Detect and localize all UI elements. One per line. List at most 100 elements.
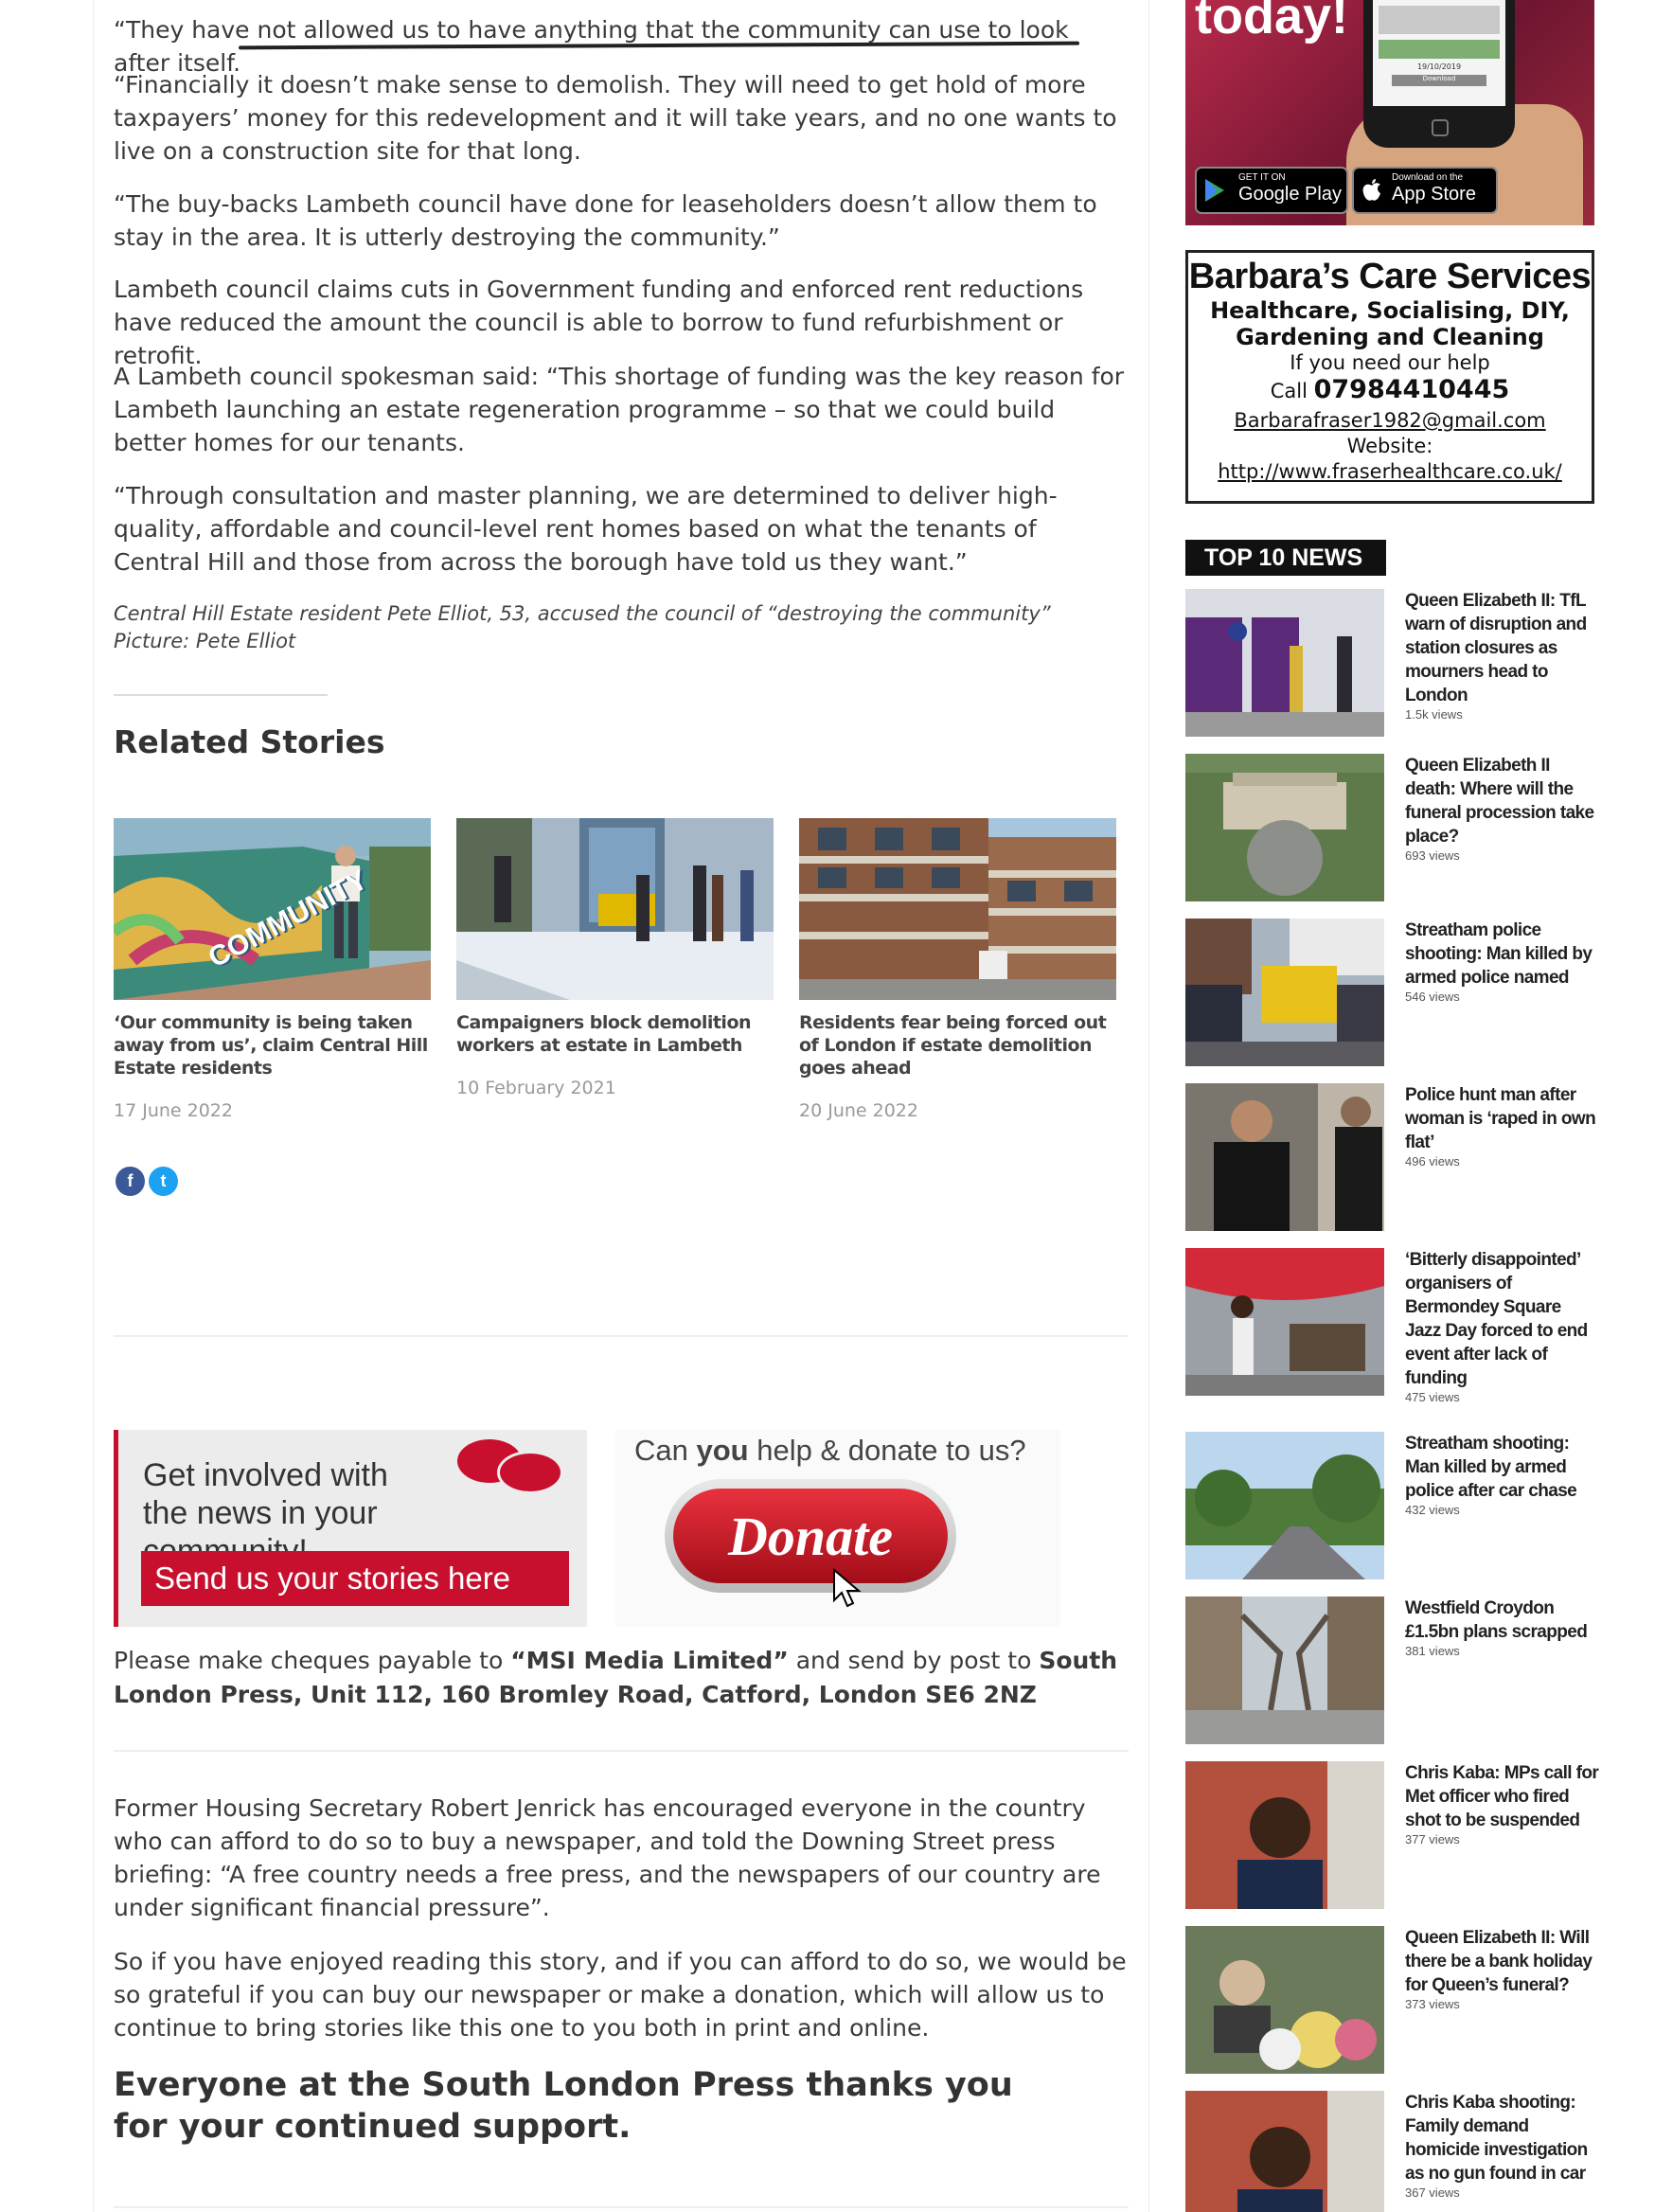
- news-title[interactable]: Chris Kaba shooting: Family demand homic…: [1405, 2091, 1599, 2201]
- related-story-date: 20 June 2022: [799, 1100, 918, 1121]
- cheque-text: Please make cheques payable to: [114, 1647, 511, 1674]
- related-story-card[interactable]: COMMUNITY ‘Our community is being taken …: [114, 818, 431, 1121]
- twitter-icon[interactable]: t: [149, 1167, 178, 1196]
- get-involved-panel[interactable]: Get involved with the news in your commu…: [114, 1430, 587, 1627]
- news-thumbnail[interactable]: [1185, 2091, 1384, 2212]
- donate-prompt-you: you: [696, 1434, 749, 1467]
- related-story-card[interactable]: Campaigners block demolition workers at …: [456, 818, 774, 1098]
- google-play-icon: [1205, 179, 1224, 202]
- article-paragraph: A Lambeth council spokesman said: “This …: [114, 363, 1125, 456]
- apple-icon: [1362, 179, 1380, 201]
- news-title[interactable]: Westfield Croydon £1.5bn plans scrapped 3…: [1405, 1597, 1599, 1659]
- related-story-image[interactable]: [456, 818, 774, 1000]
- news-title-text: Queen Elizabeth II: Will there be a bank…: [1405, 1928, 1593, 1995]
- news-title-text: ‘Bitterly disappointed’ organisers of Be…: [1405, 1250, 1588, 1388]
- app-ad-headline: today!: [1195, 0, 1348, 45]
- news-thumbnail[interactable]: [1185, 589, 1384, 737]
- news-thumbnail[interactable]: [1185, 919, 1384, 1066]
- news-views: 475 views: [1405, 1390, 1460, 1404]
- facebook-icon[interactable]: f: [116, 1167, 145, 1196]
- news-views: 1.5k views: [1405, 707, 1463, 722]
- related-story-image[interactable]: [799, 818, 1116, 1000]
- screen-block: [1379, 40, 1500, 59]
- app-store-badge[interactable]: Download on the App Store: [1352, 167, 1498, 214]
- donate-prompt-pre: Can: [634, 1434, 697, 1467]
- ad-website-link[interactable]: http://www.fraserhealthcare.co.uk/: [1188, 457, 1592, 486]
- screen-date: 19/10/2019: [1416, 62, 1462, 71]
- news-title[interactable]: Queen Elizabeth II: Will there be a bank…: [1405, 1926, 1599, 2012]
- ad-services: Healthcare, Socialising, DIY, Gardening …: [1210, 297, 1570, 350]
- speech-bubble-icon: [497, 1451, 563, 1494]
- news-views: 377 views: [1405, 1832, 1460, 1846]
- news-views: 693 views: [1405, 848, 1460, 863]
- phone-image: 19/10/2019 Download: [1363, 0, 1515, 148]
- news-title[interactable]: Streatham police shooting: Man killed by…: [1405, 919, 1599, 1005]
- news-title[interactable]: ‘Bitterly disappointed’ organisers of Be…: [1405, 1248, 1599, 1405]
- article-paragraph: “The buy-backs Lambeth council have done…: [114, 190, 1097, 251]
- news-title-text: Police hunt man after woman is ‘raped in…: [1405, 1085, 1596, 1152]
- share-buttons: f t: [116, 1167, 178, 1196]
- related-story-title[interactable]: Campaigners block demolition workers at …: [456, 1011, 774, 1057]
- ad-call-label: Call: [1270, 380, 1308, 402]
- divider: [114, 694, 328, 696]
- article-paragraph: “Through consultation and master plannin…: [114, 482, 1058, 576]
- send-stories-button[interactable]: Send us your stories here: [141, 1551, 569, 1606]
- news-thumbnail[interactable]: [1185, 754, 1384, 901]
- ad-website-label: Website:: [1346, 435, 1433, 457]
- news-title-text: Queen Elizabeth II death: Where will the…: [1405, 756, 1594, 847]
- news-thumbnail[interactable]: [1185, 1083, 1384, 1231]
- mouse-cursor-icon: [833, 1568, 862, 1608]
- cheque-payee: “MSI Media Limited”: [510, 1647, 789, 1674]
- cheque-instructions: Please make cheques payable to “MSI Medi…: [114, 1644, 1129, 1712]
- news-title[interactable]: Queen Elizabeth II death: Where will the…: [1405, 754, 1599, 864]
- screen-download: Download: [1392, 75, 1486, 86]
- top-10-news-heading: TOP 10 NEWS: [1185, 540, 1386, 576]
- donate-label: Donate: [673, 1489, 948, 1583]
- related-story-card[interactable]: Residents fear being forced out of Londo…: [799, 818, 1116, 1121]
- app-store-label: App Store: [1392, 184, 1476, 205]
- closing-statement: Everyone at the South London Press thank…: [114, 2066, 1013, 2146]
- news-title[interactable]: Streatham shooting: Man killed by armed …: [1405, 1432, 1599, 1518]
- google-play-label: Google Play: [1238, 184, 1342, 205]
- news-thumbnail[interactable]: [1185, 1597, 1384, 1744]
- related-story-image[interactable]: COMMUNITY: [114, 818, 431, 1000]
- news-title-text: Streatham shooting: Man killed by armed …: [1405, 1434, 1577, 1501]
- news-thumbnail[interactable]: [1185, 1926, 1384, 2074]
- phone-screen: 19/10/2019 Download: [1373, 0, 1505, 106]
- news-title-text: Queen Elizabeth II: TfL warn of disrupti…: [1405, 591, 1587, 705]
- news-title[interactable]: Chris Kaba: MPs call for Met officer who…: [1405, 1761, 1599, 1847]
- news-views: 432 views: [1405, 1503, 1460, 1517]
- article-paragraph: Lambeth council claims cuts in Governmen…: [114, 276, 1084, 369]
- news-title-text: Chris Kaba: MPs call for Met officer who…: [1405, 1763, 1599, 1830]
- app-download-ad[interactable]: today! 19/10/2019 Download GET IT ON Goo…: [1185, 0, 1594, 225]
- news-views: 496 views: [1405, 1154, 1460, 1168]
- news-title[interactable]: Queen Elizabeth II: TfL warn of disrupti…: [1405, 589, 1599, 722]
- ad-phone: 07984410445: [1313, 375, 1510, 404]
- news-views: 367 views: [1405, 2185, 1460, 2200]
- related-stories-heading: Related Stories: [114, 723, 385, 760]
- news-title[interactable]: Police hunt man after woman is ‘raped in…: [1405, 1083, 1599, 1169]
- donate-prompt-post: help & donate to us?: [748, 1434, 1026, 1467]
- related-story-date: 10 February 2021: [456, 1078, 616, 1098]
- news-views: 381 views: [1405, 1644, 1460, 1658]
- ad-email-link[interactable]: Barbarafraser1982@gmail.com: [1188, 406, 1592, 435]
- barbara-care-ad[interactable]: Barbara’s Care Services Healthcare, Soci…: [1185, 250, 1594, 504]
- donate-prompt: Can you help & donate to us?: [634, 1434, 1026, 1468]
- google-play-badge[interactable]: GET IT ON Google Play: [1195, 167, 1348, 214]
- news-views: 546 views: [1405, 990, 1460, 1004]
- news-thumbnail[interactable]: [1185, 1432, 1384, 1579]
- divider: [114, 1750, 1129, 1752]
- home-button-icon: [1432, 119, 1449, 136]
- donate-panel: Can you help & donate to us? Donate: [615, 1430, 1060, 1627]
- cheque-text: and send by post to: [788, 1647, 1040, 1674]
- related-story-title[interactable]: Residents fear being forced out of Londo…: [799, 1011, 1116, 1079]
- google-play-small: GET IT ON: [1238, 172, 1286, 183]
- ad-business-name: Barbara’s Care Services: [1188, 257, 1592, 296]
- news-thumbnail[interactable]: [1185, 1248, 1384, 1396]
- donate-button[interactable]: Donate: [665, 1479, 956, 1593]
- news-title-text: Chris Kaba shooting: Family demand homic…: [1405, 2093, 1588, 2184]
- divider: [114, 2206, 1129, 2208]
- related-story-title[interactable]: ‘Our community is being taken away from …: [114, 1011, 431, 1079]
- news-thumbnail[interactable]: [1185, 1761, 1384, 1909]
- ad-call: Call 07984410445: [1188, 375, 1592, 406]
